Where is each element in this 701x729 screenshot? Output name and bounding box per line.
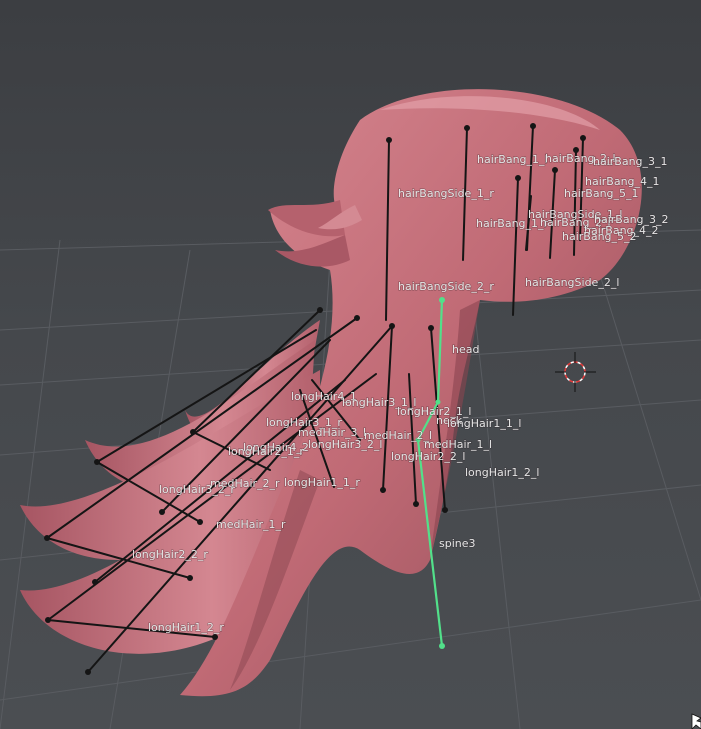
bone-label: hairBangSide_2_r: [398, 280, 494, 293]
bone-label: longHair2_2_r: [132, 548, 208, 561]
bone-label: hairBangSide_2_l: [525, 276, 619, 289]
bone-label: longHair2_1_r: [228, 445, 304, 458]
arrow-cursor-icon: [691, 713, 701, 729]
bone-label: longHair1_2_l: [465, 466, 539, 479]
bone-label: longHair1_1_r: [284, 476, 360, 489]
bone-label: hairBang_5_2: [562, 230, 637, 243]
3d-viewport[interactable]: hairBang_1_l hairBang_2_l hairBang_3_1 h…: [0, 0, 701, 729]
bone-label: longHair1_1_l: [447, 417, 521, 430]
bone-label: spine3: [439, 537, 476, 550]
bone-label: longHair3_2_l: [308, 438, 382, 451]
bone-label: longHair1_2_r: [148, 621, 224, 634]
3d-cursor-icon[interactable]: [555, 352, 596, 392]
bone-label: longHair2_2_l: [391, 450, 465, 463]
bone-label: medHair_1_r: [216, 518, 286, 531]
bone-label: hairBang_5_1: [564, 187, 639, 200]
bone-label: hairBangSide_1_r: [398, 187, 494, 200]
bone-label: hairBang_1_l: [477, 153, 548, 166]
bone-label: hairBang_3_1: [593, 155, 668, 168]
bone-label: hairBang_1_r: [476, 217, 549, 230]
viewport-canvas[interactable]: hairBang_1_l hairBang_2_l hairBang_3_1 h…: [0, 0, 701, 729]
bone-label: longHair3_2_r: [159, 483, 235, 496]
bone-label: head: [452, 343, 479, 356]
